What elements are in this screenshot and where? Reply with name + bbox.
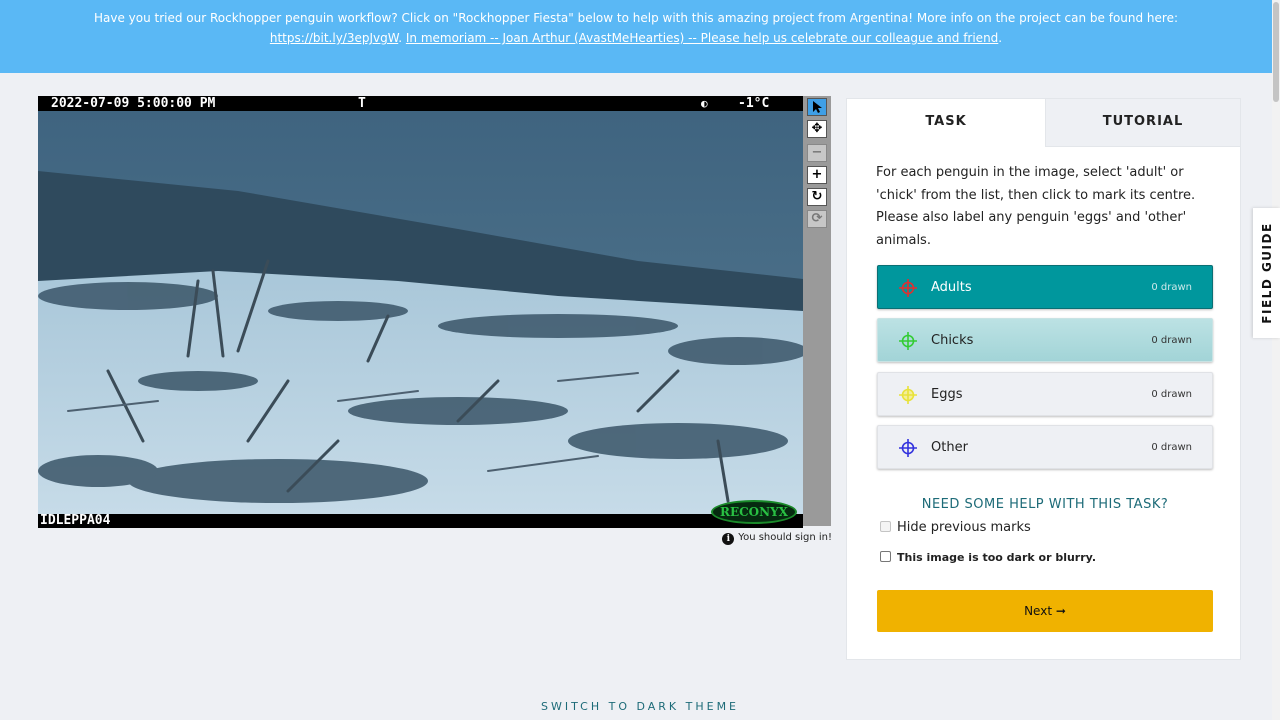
- subject-image[interactable]: [38, 111, 803, 514]
- zoom-out-button[interactable]: −: [807, 144, 827, 162]
- tool-count-eggs: 0 drawn: [1151, 389, 1192, 400]
- announcement-banner: Have you tried our Rockhopper penguin wo…: [0, 0, 1272, 73]
- reset-view-button[interactable]: ⟳: [807, 210, 827, 228]
- too-dark-checkbox[interactable]: [880, 551, 891, 562]
- crosshair-icon-yellow: [899, 386, 917, 404]
- hide-marks-checkbox-row[interactable]: Hide previous marks: [880, 519, 1031, 537]
- camera-id: IDLEPPA04: [40, 513, 111, 528]
- tool-label-eggs: Eggs: [931, 387, 963, 402]
- tool-button-chicks[interactable]: Chicks 0 drawn: [877, 318, 1213, 362]
- page-scrollbar[interactable]: [1272, 0, 1280, 720]
- camera-flag: T: [358, 96, 366, 111]
- banner-link-memoriam[interactable]: In memoriam -- Joan Arthur (AvastMeHeart…: [406, 31, 998, 45]
- camera-datetime: 2022-07-09 5:00:00 PM: [51, 96, 216, 111]
- crosshair-icon-red: [899, 279, 917, 297]
- camera-id-bar: IDLEPPA04: [38, 514, 803, 528]
- banner-text: Have you tried our Rockhopper penguin wo…: [93, 11, 1179, 25]
- tab-tutorial[interactable]: TUTORIAL: [1045, 99, 1240, 147]
- moon-phase-icon: ◐: [701, 97, 708, 110]
- annotate-tool-button[interactable]: [807, 98, 827, 116]
- banner-link-rockhopper[interactable]: https://bit.ly/3epJvgW: [270, 31, 398, 45]
- tool-button-adults[interactable]: Adults 0 drawn: [877, 265, 1213, 309]
- rotate-button[interactable]: ↻: [807, 188, 827, 206]
- move-tool-button[interactable]: ✥: [807, 120, 827, 138]
- reconyx-logo: RECONYX: [711, 500, 797, 524]
- tab-task[interactable]: TASK: [847, 99, 1045, 147]
- hide-marks-checkbox[interactable]: [880, 521, 891, 532]
- tool-count-chicks: 0 drawn: [1151, 335, 1192, 346]
- task-panel: TASK TUTORIAL For each penguin in the im…: [846, 98, 1241, 660]
- too-dark-label: This image is too dark or blurry.: [897, 551, 1096, 564]
- zoom-in-button[interactable]: +: [807, 166, 827, 184]
- dark-theme-toggle[interactable]: SWITCH TO DARK THEME: [0, 700, 1280, 713]
- too-dark-checkbox-row[interactable]: This image is too dark or blurry.: [880, 549, 1096, 567]
- next-button[interactable]: Next ➞: [877, 590, 1213, 632]
- viewer-toolbar: ✥ − + ↻ ⟳: [803, 96, 831, 526]
- task-tabs: TASK TUTORIAL: [847, 99, 1240, 147]
- tool-button-eggs[interactable]: Eggs 0 drawn: [877, 372, 1213, 416]
- tool-count-adults: 0 drawn: [1151, 282, 1192, 293]
- minus-icon: −: [811, 145, 823, 160]
- move-icon: ✥: [811, 121, 823, 136]
- crosshair-icon-green: [899, 332, 917, 350]
- task-instructions: For each penguin in the image, select 'a…: [876, 165, 1196, 248]
- signin-text: You should sign in!: [738, 532, 832, 543]
- hide-marks-label: Hide previous marks: [897, 520, 1031, 535]
- reset-icon: ⟳: [811, 211, 823, 226]
- field-guide-label: FIELD GUIDE: [1259, 222, 1274, 324]
- field-guide-tab[interactable]: FIELD GUIDE: [1253, 208, 1280, 338]
- signin-note: i You should sign in!: [702, 530, 832, 546]
- cursor-arrow-icon: [813, 101, 822, 113]
- plus-icon: +: [811, 167, 823, 182]
- banner-end: .: [998, 31, 1003, 45]
- scrollbar-thumb[interactable]: [1273, 2, 1279, 102]
- tool-count-other: 0 drawn: [1151, 442, 1192, 453]
- tool-button-other[interactable]: Other 0 drawn: [877, 425, 1213, 469]
- tool-label-other: Other: [931, 440, 968, 455]
- info-icon: i: [722, 533, 735, 545]
- task-help-button[interactable]: NEED SOME HELP WITH THIS TASK?: [877, 497, 1213, 512]
- banner-separator: .: [398, 31, 406, 45]
- subject-viewer[interactable]: 2022-07-09 5:00:00 PM T ◐ -1°C IDLEPPA04…: [38, 96, 803, 528]
- tool-label-chicks: Chicks: [931, 333, 974, 348]
- camera-info-bar: 2022-07-09 5:00:00 PM T ◐ -1°C: [38, 96, 803, 111]
- snowy-landscape-image: [38, 111, 803, 514]
- tool-label-adults: Adults: [931, 280, 972, 295]
- rotate-icon: ↻: [811, 189, 823, 204]
- crosshair-icon-blue: [899, 439, 917, 457]
- camera-temperature: -1°C: [738, 96, 770, 111]
